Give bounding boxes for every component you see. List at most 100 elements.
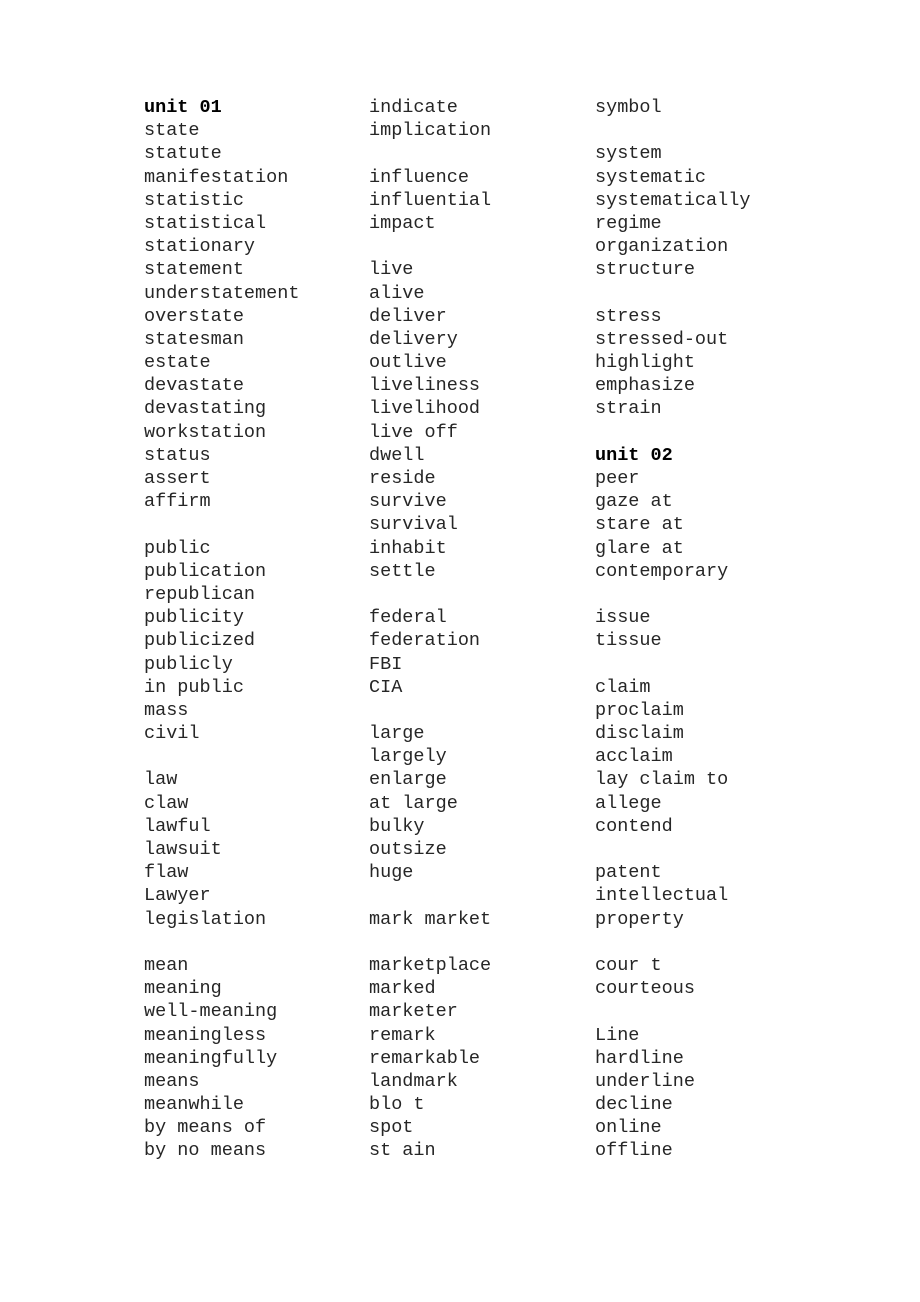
word-entry: federation (369, 630, 481, 652)
word-entry: outsize (369, 839, 447, 860)
word-entry: tissue (595, 630, 662, 652)
word-entry: workstation (144, 421, 267, 443)
word-entry: outlive (369, 352, 447, 374)
word-entry: bulky (369, 815, 425, 837)
word-entry: marketer (369, 1001, 458, 1023)
spacer-row (369, 884, 593, 907)
word-entry: influential (369, 189, 492, 211)
word-entry: peer (595, 468, 640, 489)
word-entry: dwell (369, 444, 425, 466)
word-entry: landmark (369, 1070, 458, 1092)
word-entry: well-meaning (144, 1001, 278, 1023)
word-entry: stressed-out (595, 328, 729, 350)
word-entry: republican (144, 583, 256, 605)
word-entry: large (369, 723, 425, 745)
word-entry: stationary (144, 236, 256, 258)
word-entry: implication (369, 120, 492, 142)
word-entry: overstate (144, 305, 244, 327)
word-entry: structure (595, 259, 695, 281)
word-entry: stress (595, 305, 662, 327)
word-entry: Line (595, 1024, 640, 1046)
word-entry: remarkable (369, 1047, 481, 1069)
word-entry: huge (369, 862, 414, 884)
word-entry: systematically (595, 189, 751, 211)
word-entry: cour t (595, 954, 662, 976)
word-entry: patent (595, 862, 662, 884)
word-entry: reside (369, 468, 436, 489)
spacer-row (144, 513, 368, 536)
word-entry: system (595, 143, 662, 165)
word-entry: online (595, 1117, 662, 1139)
word-entry: delivery (369, 328, 458, 350)
spacer-row (144, 745, 368, 768)
word-entry: devastating (144, 398, 267, 420)
word-entry: alive (369, 282, 425, 304)
word-entry: lawsuit (144, 839, 222, 860)
word-entry: by means of (144, 1117, 267, 1139)
spacer-row (369, 235, 593, 258)
word-entry: spot (369, 1117, 414, 1139)
spacer-row (595, 653, 895, 676)
word-entry: civil (144, 723, 200, 745)
word-entry: mass (144, 699, 189, 721)
document-page: unit 01 state statute manifestation statisti… (0, 0, 920, 1302)
word-entry: federal (369, 607, 447, 629)
word-entry: offline (595, 1140, 673, 1162)
word-entry: acclaim (595, 746, 673, 768)
word-entry: inhabit (369, 537, 447, 559)
word-entry: property (595, 908, 684, 930)
word-entry: meanwhile (144, 1094, 244, 1116)
word-entry: lay claim to (595, 769, 729, 791)
word-entry: live off (369, 421, 458, 443)
word-entry: contemporary (595, 560, 729, 582)
word-entry: statistic (144, 189, 244, 211)
word-entry: indicate (369, 97, 458, 118)
word-entry: glare at (595, 537, 684, 559)
word-entry: remark (369, 1024, 436, 1046)
word-entry: devastate (144, 375, 244, 397)
word-entry: mark market (369, 908, 492, 930)
spacer-row (595, 119, 895, 142)
word-entry: influence (369, 166, 469, 188)
word-entry: contend (595, 815, 673, 837)
word-entry: meaning (144, 978, 222, 1000)
word-entry: state (144, 120, 200, 142)
word-entry: impact (369, 212, 436, 234)
word-entry: legislation (144, 908, 267, 930)
word-entry: publication (144, 560, 267, 582)
word-entry: settle (369, 560, 436, 582)
word-entry: assert (144, 468, 211, 489)
word-entry: issue (595, 607, 651, 629)
word-entry: by no means (144, 1140, 267, 1162)
spacer-row (595, 1000, 895, 1023)
word-entry: public (144, 537, 211, 559)
spacer-row (369, 699, 593, 722)
word-entry: marked (369, 978, 436, 1000)
word-entry: st ain (369, 1140, 436, 1162)
word-entry: law (144, 769, 178, 791)
word-entry: statute (144, 143, 222, 165)
word-entry: disclaim (595, 723, 684, 745)
word-entry: enlarge (369, 769, 447, 791)
word-column-2: indicate implication influence influential… (369, 96, 593, 1163)
word-entry: underline (595, 1070, 695, 1092)
word-entry: flaw (144, 862, 189, 884)
word-entry: meaningless (144, 1024, 267, 1046)
spacer-row (144, 931, 368, 954)
word-entry: blo t (369, 1094, 425, 1116)
word-entry: regime (595, 212, 662, 234)
word-entry: manifestation (144, 166, 289, 188)
word-entry: CIA (369, 676, 403, 698)
word-column-1: unit 01 state statute manifestation statisti… (144, 96, 368, 1163)
spacer-row (369, 142, 593, 165)
word-entry: survival (369, 514, 458, 536)
word-entry: liveliness (369, 375, 481, 397)
word-entry: highlight (595, 352, 695, 374)
word-entry: strain (595, 398, 662, 420)
spacer-row (595, 838, 895, 861)
word-entry: claw (144, 792, 189, 814)
word-entry: marketplace (369, 954, 492, 976)
spacer-row (369, 931, 593, 954)
word-entry: means (144, 1070, 200, 1092)
word-entry: understatement (144, 282, 300, 304)
